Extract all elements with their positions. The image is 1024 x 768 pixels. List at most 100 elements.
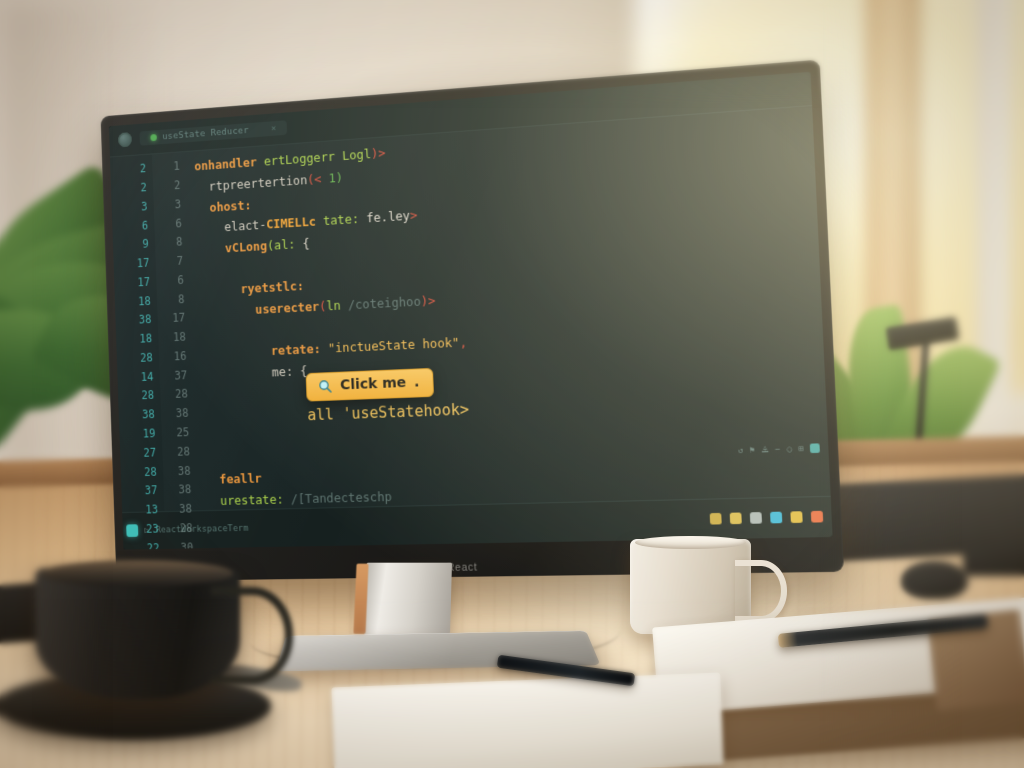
line-number: 28 bbox=[141, 388, 155, 403]
line-number: 2 bbox=[173, 178, 181, 193]
monitor-bezel: useState Reducer × 2 2 3 6 9 17 17 18 38 18 28 14 28… bbox=[100, 59, 845, 582]
line-number: 23 bbox=[145, 522, 159, 536]
cyan-app-icon[interactable] bbox=[770, 512, 783, 525]
line-number: 16 bbox=[173, 349, 187, 364]
monitor-stand-neck bbox=[362, 562, 452, 636]
line-number: 18 bbox=[172, 330, 186, 345]
code-token: "inctueState hook" bbox=[327, 335, 460, 357]
tab-status-dot-icon bbox=[150, 134, 158, 142]
tray-icon[interactable]: ○ bbox=[787, 444, 793, 454]
statusbar-app-icons bbox=[709, 511, 824, 526]
code-token: userecter bbox=[199, 299, 320, 320]
white-paper-sheet[interactable] bbox=[331, 672, 724, 768]
search-magnifier-icon bbox=[317, 378, 333, 394]
code-token: vCLong bbox=[196, 238, 268, 258]
monitor-screen[interactable]: useState Reducer × 2 2 3 6 9 17 17 18 38 18 28 14 28… bbox=[109, 71, 833, 550]
editor-tray-icons: ↺ ⚑ ⨹ − ○ ⊞ bbox=[738, 444, 820, 456]
extension-icon[interactable] bbox=[709, 513, 722, 526]
code-token: (al: bbox=[266, 236, 296, 254]
code-text-area[interactable]: onhandler ertLoggerr Logl)> rtpreerterti… bbox=[188, 106, 830, 511]
tray-square-icon[interactable] bbox=[809, 444, 820, 454]
line-number: 18 bbox=[137, 294, 151, 309]
code-token: 1) bbox=[321, 170, 344, 187]
code-token: ertLoggerr bbox=[263, 148, 343, 170]
app-logo-icon bbox=[118, 132, 133, 148]
line-number: 38 bbox=[141, 407, 155, 422]
mouse-pad bbox=[962, 545, 1024, 576]
line-number: 14 bbox=[140, 369, 154, 384]
code-token: )> bbox=[370, 145, 386, 162]
click-me-button-label: Click me bbox=[339, 375, 407, 394]
line-number: 37 bbox=[174, 368, 188, 383]
editor-tab[interactable]: useState Reducer × bbox=[139, 120, 288, 147]
line-number: 28 bbox=[139, 350, 153, 365]
line-number: 28 bbox=[174, 387, 189, 402]
line-number: 18 bbox=[139, 331, 153, 346]
code-token: fe.ley bbox=[358, 208, 411, 227]
workspace-scene: useState Reducer × 2 2 3 6 9 17 17 18 38 18 28 14 28… bbox=[0, 0, 1024, 768]
code-token: onhandler bbox=[193, 154, 265, 174]
code-token: tate: bbox=[315, 211, 360, 230]
code-token: { bbox=[295, 236, 310, 252]
line-number: 30 bbox=[180, 540, 194, 550]
line-number: 9 bbox=[142, 237, 149, 252]
gradient-app-icon[interactable] bbox=[810, 511, 824, 524]
code-token: urestate: bbox=[205, 491, 291, 509]
click-me-button-dot: . bbox=[413, 374, 420, 392]
computer-mouse[interactable] bbox=[901, 560, 968, 600]
code-token: > bbox=[409, 207, 418, 224]
code-token: rtpreertertion bbox=[194, 172, 308, 195]
line-number: 38 bbox=[138, 313, 152, 328]
tray-icon[interactable]: ⊞ bbox=[798, 444, 804, 454]
line-number: 6 bbox=[177, 273, 184, 288]
line-number: 38 bbox=[175, 406, 189, 421]
line-number: 17 bbox=[137, 275, 151, 290]
code-token: ln bbox=[325, 298, 341, 314]
code-token: retate: bbox=[200, 341, 329, 362]
code-token: CIMELLc bbox=[265, 214, 317, 233]
line-number: 3 bbox=[174, 197, 182, 212]
code-token: )> bbox=[420, 293, 436, 309]
code-token: ohost: bbox=[195, 197, 252, 216]
line-number: 13 bbox=[145, 502, 159, 517]
editor-body: 223691717183818281428381927283713232227 … bbox=[110, 106, 831, 549]
line-number: 28 bbox=[179, 521, 193, 536]
line-number: 28 bbox=[143, 464, 157, 479]
code-token: ryetstlc: bbox=[198, 278, 305, 299]
line-number: 8 bbox=[177, 292, 185, 307]
line-number: 38 bbox=[177, 463, 191, 478]
close-icon[interactable]: × bbox=[271, 124, 276, 134]
line-number: 17 bbox=[136, 256, 150, 271]
click-me-button[interactable]: Click me . bbox=[305, 368, 435, 403]
code-token: feallr bbox=[205, 471, 262, 488]
code-editor-window: useState Reducer × 2 2 3 6 9 17 17 18 38 18 28 14 28… bbox=[109, 71, 833, 550]
line-number: 27 bbox=[143, 445, 157, 460]
line-number: 6 bbox=[175, 216, 182, 231]
tray-icon[interactable]: ↺ bbox=[738, 446, 744, 456]
line-number: 8 bbox=[175, 235, 183, 250]
code-token: me: { bbox=[201, 363, 308, 383]
code-token: , bbox=[459, 334, 468, 351]
tray-icon[interactable]: ⚑ bbox=[749, 445, 755, 455]
dark-espresso-cup[interactable] bbox=[34, 560, 293, 699]
code-token: elact- bbox=[196, 217, 267, 237]
yellow-app-icon[interactable] bbox=[790, 511, 803, 524]
line-number: 28 bbox=[176, 444, 191, 459]
line-number: 38 bbox=[178, 482, 192, 497]
tray-icon[interactable]: ⨹ bbox=[761, 445, 769, 455]
code-token: /[Tandecteschp bbox=[290, 489, 393, 507]
code-token: Logl bbox=[341, 146, 372, 164]
code-token: /coteighoo bbox=[340, 293, 421, 313]
text-count-label[interactable] bbox=[749, 512, 763, 525]
code-token: (< bbox=[306, 171, 322, 188]
line-number: 37 bbox=[144, 483, 158, 498]
package-icon[interactable] bbox=[729, 513, 742, 525]
line-number: 1 bbox=[173, 159, 180, 174]
line-number: 25 bbox=[176, 425, 190, 440]
line-number: 19 bbox=[142, 426, 156, 441]
line-number: 38 bbox=[178, 502, 193, 516]
line-number: 17 bbox=[172, 311, 186, 326]
computer-monitor: useState Reducer × 2 2 3 6 9 17 17 18 38 18 28 14 28… bbox=[100, 59, 845, 582]
line-number: 22 bbox=[146, 541, 160, 550]
tray-icon[interactable]: − bbox=[775, 445, 781, 455]
